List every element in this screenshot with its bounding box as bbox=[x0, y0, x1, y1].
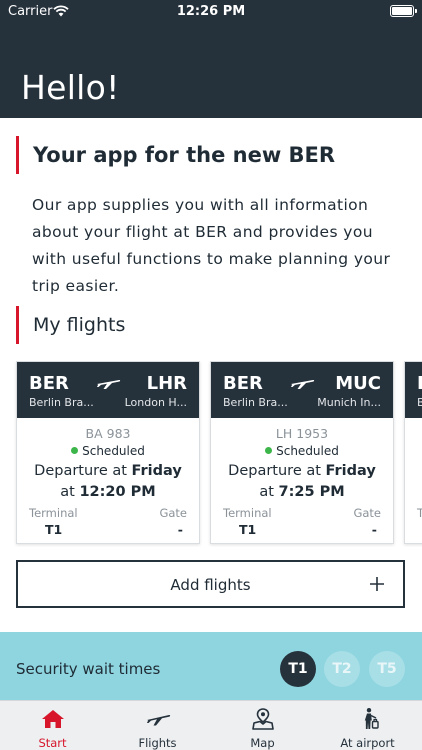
security-wait-times: Security wait times T1 T2 T5 bbox=[0, 632, 422, 700]
status-dot-icon bbox=[71, 447, 79, 454]
flight-card-header: BER LHR Berlin Bra... London H... bbox=[17, 362, 199, 418]
flight-status-label: Scheduled bbox=[82, 444, 145, 458]
origin-code: BER bbox=[223, 373, 263, 394]
my-flights-title: My flights bbox=[16, 306, 125, 344]
flight-status-label: Scheduled bbox=[276, 444, 339, 458]
terminal-t1-button[interactable]: T1 bbox=[280, 651, 316, 687]
security-wait-times-label: Security wait times bbox=[16, 660, 161, 678]
terminal-label: T bbox=[417, 506, 422, 520]
plane-icon bbox=[147, 714, 171, 726]
origin-city: Berlin Bra... bbox=[29, 396, 94, 409]
time-prefix: at bbox=[259, 484, 274, 500]
flight-status: Scheduled bbox=[211, 444, 393, 458]
origin-code: B bbox=[417, 373, 422, 394]
home-icon bbox=[42, 710, 64, 728]
tab-label: Map bbox=[250, 736, 275, 750]
destination-code: MUC bbox=[335, 373, 381, 394]
gate-label: Gate bbox=[353, 506, 381, 520]
tab-bar: Start Flights Map At airport bbox=[0, 700, 422, 750]
departure-day: Friday bbox=[131, 463, 182, 479]
terminal-t2-button[interactable]: T2 bbox=[324, 651, 360, 687]
intro-title: Your app for the new BER bbox=[16, 136, 335, 174]
intro-text: Our app supplies you with all informatio… bbox=[32, 196, 391, 295]
add-flights-button[interactable]: Add flights bbox=[16, 560, 405, 608]
origin-city: B bbox=[417, 396, 422, 409]
departure-time-line: at 7:25 PM bbox=[211, 484, 393, 500]
plus-icon bbox=[370, 577, 384, 591]
departure-prefix: Departure at bbox=[34, 463, 127, 479]
departure-day-line: Departure at Friday bbox=[211, 463, 393, 479]
tab-at-airport[interactable]: At airport bbox=[315, 701, 420, 750]
flight-cards-carousel[interactable]: BER LHR Berlin Bra... London H... BA 983… bbox=[0, 361, 422, 547]
terminal-value: T1 bbox=[239, 522, 257, 537]
time-prefix: at bbox=[60, 484, 75, 500]
tab-label: Start bbox=[38, 736, 67, 750]
greeting-title: Hello! bbox=[21, 68, 120, 107]
departure-day: Friday bbox=[325, 463, 376, 479]
status-bar: Carrier 12:26 PM bbox=[0, 0, 422, 24]
gate-value: - bbox=[177, 522, 183, 537]
header: Carrier 12:26 PM Hello! bbox=[0, 0, 422, 118]
tab-flights[interactable]: Flights bbox=[105, 701, 210, 750]
person-luggage-icon bbox=[364, 708, 379, 729]
terminal-t5-button[interactable]: T5 bbox=[369, 651, 405, 687]
battery-icon bbox=[390, 5, 417, 17]
flight-card-header: BER MUC Berlin Bra... Munich In... bbox=[211, 362, 393, 418]
terminal-label: Terminal bbox=[29, 506, 78, 520]
flight-number: BA 983 bbox=[85, 426, 131, 441]
tab-start[interactable]: Start bbox=[0, 701, 105, 750]
add-flights-label: Add flights bbox=[170, 576, 251, 594]
departure-prefix: Departure at bbox=[228, 463, 321, 479]
destination-code: LHR bbox=[146, 373, 187, 394]
flight-card[interactable]: B B T bbox=[404, 361, 422, 544]
origin-code: BER bbox=[29, 373, 69, 394]
departure-day-line: Departure at Friday bbox=[17, 463, 199, 479]
flight-status: Scheduled bbox=[17, 444, 199, 458]
gate-label: Gate bbox=[159, 506, 187, 520]
clock-time: 12:26 PM bbox=[176, 4, 246, 19]
flight-card[interactable]: BER LHR Berlin Bra... London H... BA 983… bbox=[16, 361, 200, 544]
destination-city: Munich In... bbox=[317, 396, 381, 409]
tab-label: At airport bbox=[340, 736, 395, 750]
departure-time: 12:20 PM bbox=[79, 484, 156, 500]
destination-city: London H... bbox=[124, 396, 187, 409]
departure-time-line: at 12:20 PM bbox=[17, 484, 199, 500]
plane-icon bbox=[291, 379, 315, 389]
map-pin-icon bbox=[252, 708, 274, 730]
tab-label: Flights bbox=[138, 736, 177, 750]
terminal-value: T1 bbox=[45, 522, 63, 537]
flight-card-header: B B bbox=[405, 362, 422, 418]
gate-value: - bbox=[371, 522, 377, 537]
terminal-label: Terminal bbox=[223, 506, 272, 520]
plane-icon bbox=[97, 379, 121, 389]
flight-number: LH 1953 bbox=[275, 426, 329, 441]
tab-map[interactable]: Map bbox=[210, 701, 315, 750]
flight-card[interactable]: BER MUC Berlin Bra... Munich In... LH 19… bbox=[210, 361, 394, 544]
origin-city: Berlin Bra... bbox=[223, 396, 288, 409]
status-dot-icon bbox=[265, 447, 273, 454]
departure-time: 7:25 PM bbox=[278, 484, 345, 500]
